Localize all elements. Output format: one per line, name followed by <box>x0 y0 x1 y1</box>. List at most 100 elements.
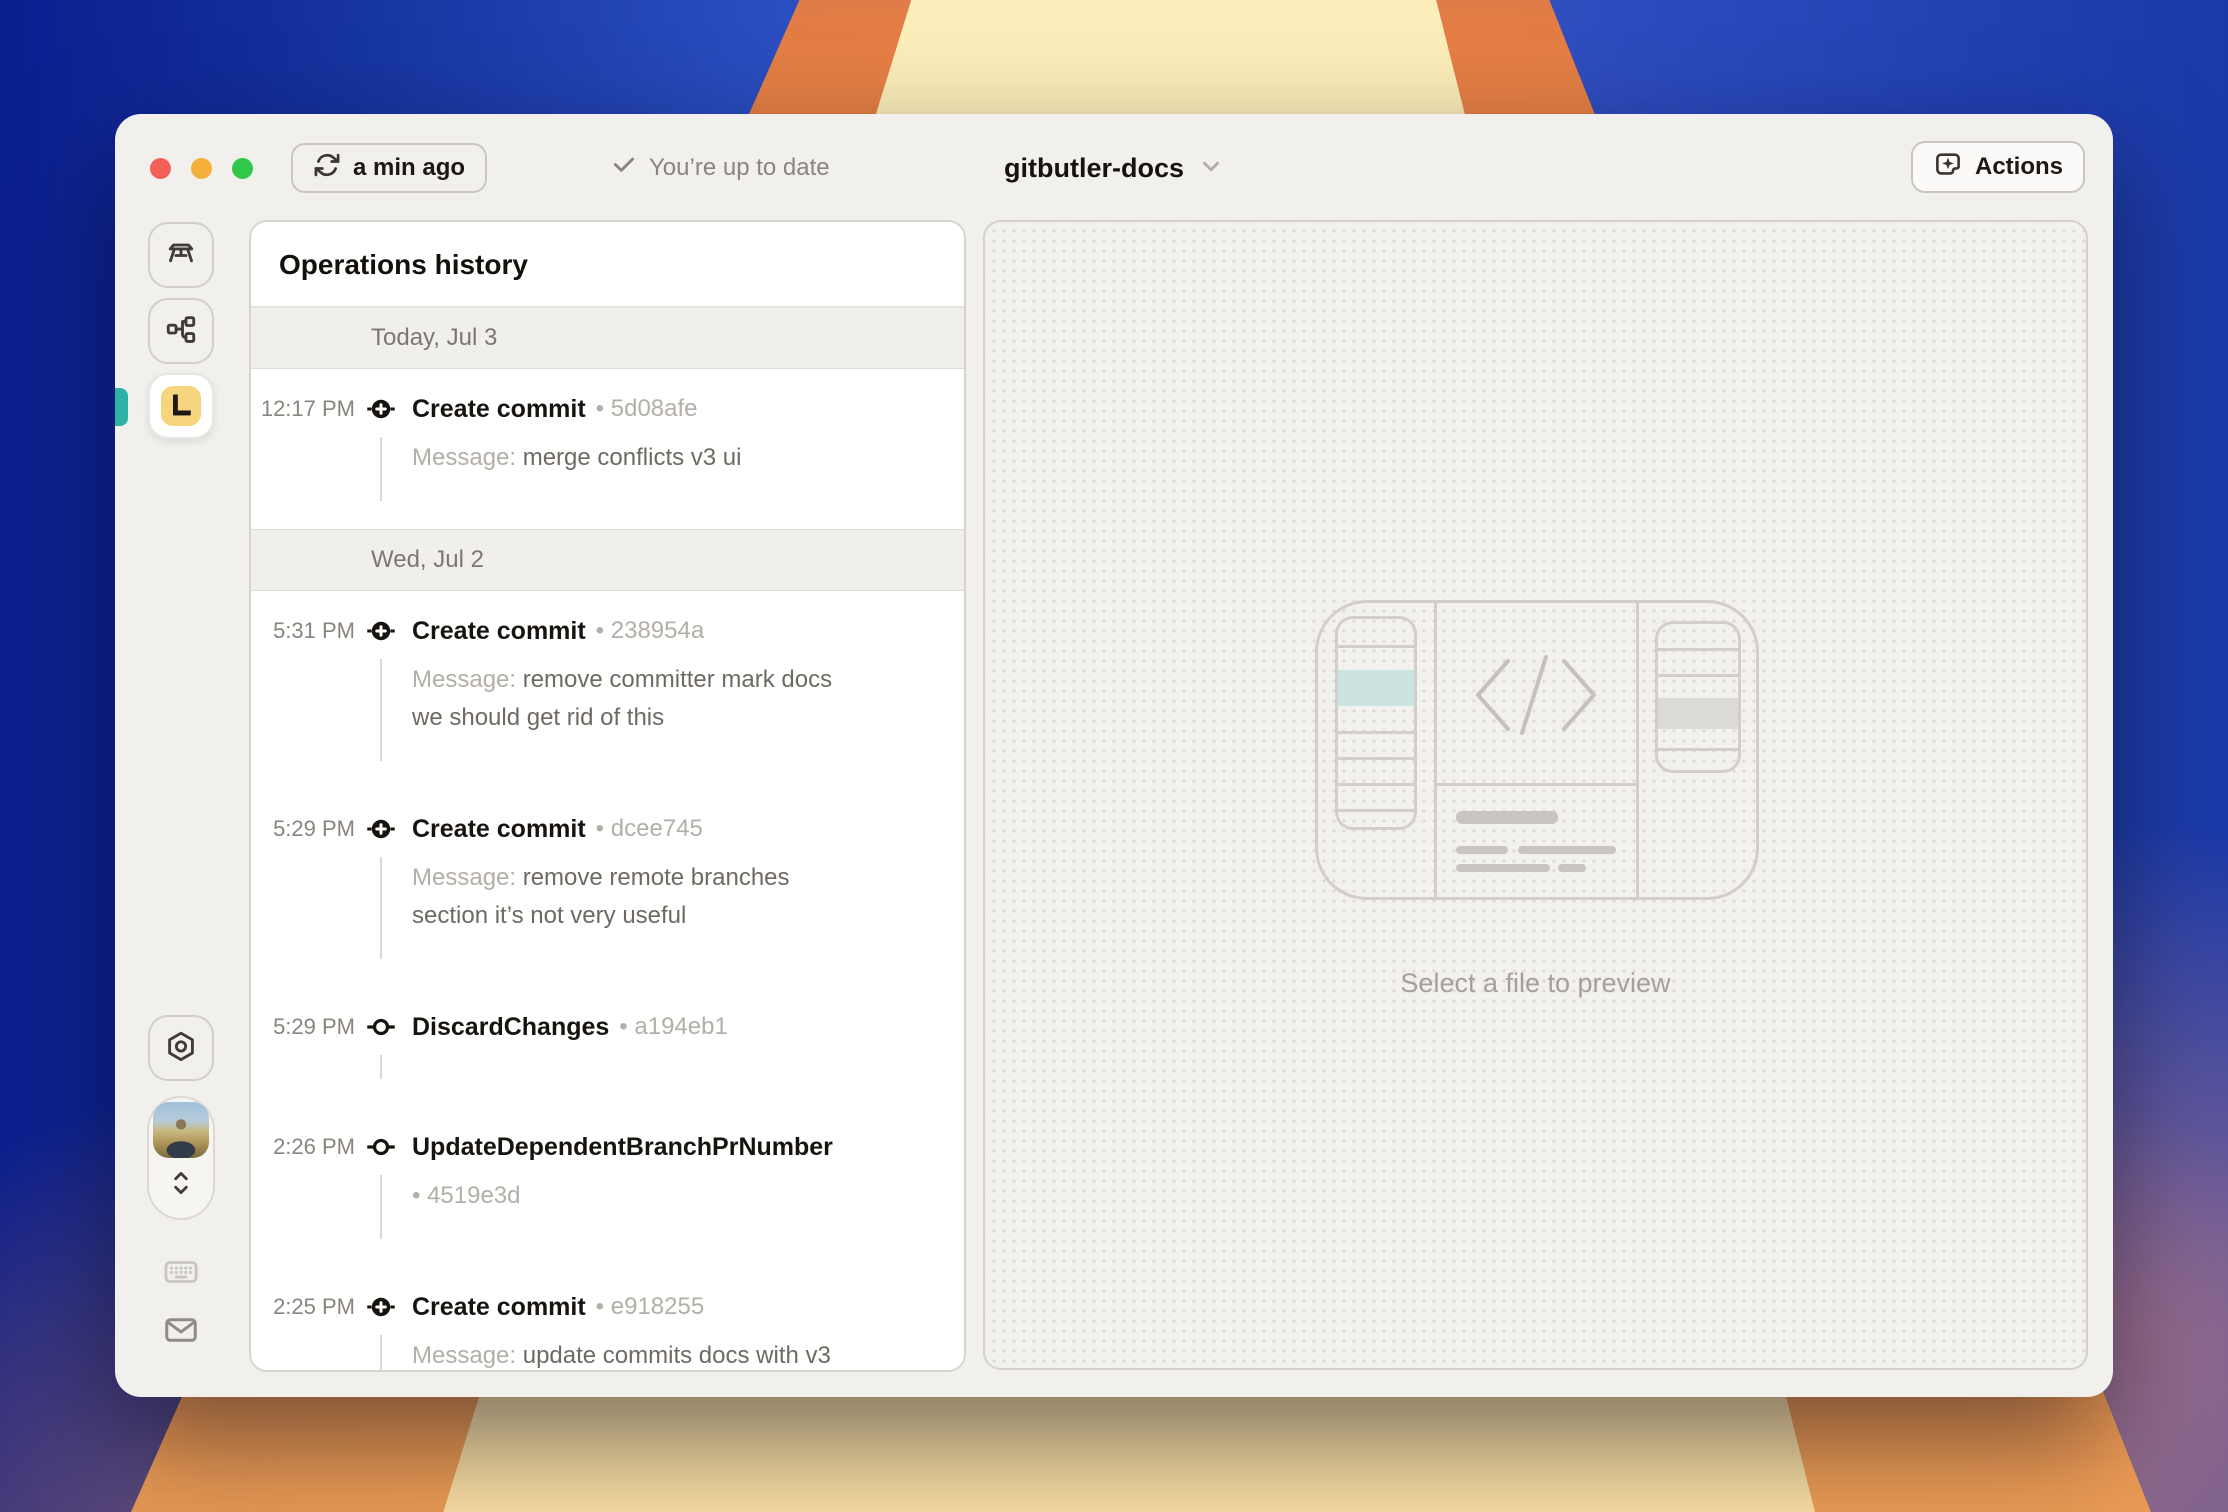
operation-time: 5:29 PM <box>273 816 355 841</box>
settings-button[interactable] <box>148 1015 214 1081</box>
profile-switcher[interactable] <box>147 1096 215 1220</box>
operation-hash: • e918255 <box>595 1293 705 1320</box>
operation-time: 2:25 PM <box>273 1294 355 1319</box>
sidebar-item-history[interactable] <box>148 373 214 439</box>
sync-button-label: a min ago <box>353 154 466 181</box>
operation-hash: • 238954a <box>595 617 705 644</box>
maximize-window-button[interactable] <box>232 158 253 179</box>
illustration-text-bar <box>1456 811 1558 824</box>
illustration-divider <box>1636 603 1639 897</box>
sidebar-item-workspace[interactable] <box>148 222 214 288</box>
illustration-selected-row-gray <box>1658 698 1738 729</box>
date-header: Today, Jul 3 <box>251 308 964 369</box>
preview-placeholder: Select a file to preview <box>1400 968 1671 998</box>
message-text: merge conflicts v3 ui <box>522 444 742 471</box>
operation-hash: • dcee745 <box>595 815 703 842</box>
close-window-button[interactable] <box>150 158 171 179</box>
feedback-button[interactable] <box>148 1306 214 1358</box>
operation-entry[interactable]: 5:31 PM Create commit • 238954a Message: re… <box>251 591 964 789</box>
empty-preview-illustration <box>1315 600 1759 900</box>
message-label: Message: <box>412 666 523 693</box>
branches-icon <box>163 312 199 351</box>
history-icon <box>161 386 201 426</box>
message-label: Message: <box>412 1342 523 1369</box>
operation-title: UpdateDependentBranchPrNumber <box>412 1133 833 1161</box>
operation-entry-head: 2:25 PM Create commit • e918255 <box>251 1289 940 1325</box>
operation-message: Message: remove remote branches section i… <box>380 857 912 959</box>
operation-entry-head: 5:29 PM Create commit • dcee745 <box>251 811 940 847</box>
date-header: Wed, Jul 2 <box>251 529 964 591</box>
check-icon <box>611 152 637 185</box>
operation-title: Create commit <box>412 617 586 645</box>
operation-connector <box>380 1055 882 1079</box>
message-text: update commits docs with v3 <box>522 1342 831 1369</box>
operation-message: Message: remove committer mark docs we sh… <box>380 659 912 761</box>
operation-entry-head: 5:31 PM Create commit • 238954a <box>251 613 940 649</box>
operation-hash: • a194eb1 <box>619 1013 728 1040</box>
operation-time: 5:29 PM <box>273 1014 355 1039</box>
sparkle-icon <box>1933 149 1963 186</box>
refresh-icon <box>313 151 341 186</box>
illustration-text-bar <box>1456 864 1550 872</box>
operation-entry-head: 12:17 PM Create commit • 5d08afe <box>251 391 940 427</box>
history-list: Today, Jul 3 12:17 PM Create commit • 5d08a… <box>251 308 964 1370</box>
sidebar-item-branches[interactable] <box>148 298 214 364</box>
actions-button-label: Actions <box>1974 153 2063 180</box>
commit-icon <box>355 1009 407 1045</box>
illustration-selected-row-teal <box>1338 670 1414 706</box>
operation-entry[interactable]: 5:29 PM DiscardChanges • a194eb1 <box>251 987 964 1107</box>
uptodate-status: You’re up to date <box>611 143 830 193</box>
uptodate-label: You’re up to date <box>649 154 830 181</box>
actions-button[interactable]: Actions <box>1910 141 2085 193</box>
gitbutler-window: a min ago You’re up to date gitbutler-do… <box>115 114 2113 1397</box>
minimize-window-button[interactable] <box>191 158 212 179</box>
operation-hash: • 4519e3d <box>380 1175 912 1239</box>
operation-entry[interactable]: 5:29 PM Create commit • dcee745 Message: re… <box>251 789 964 987</box>
commit-icon <box>355 1129 407 1165</box>
operation-time: 2:26 PM <box>273 1134 355 1159</box>
active-tab-indicator <box>115 388 128 426</box>
keyboard-icon <box>162 1253 200 1296</box>
operation-entry[interactable]: 2:25 PM Create commit • e918255 Message: up… <box>251 1267 964 1370</box>
titlebar: a min ago You’re up to date gitbutler-do… <box>115 114 2113 220</box>
chevron-up-down-icon <box>168 1167 194 1204</box>
illustration-side-list <box>1655 621 1741 773</box>
operation-entry-head: 2:26 PM UpdateDependentBranchPrNumber <box>251 1129 940 1165</box>
illustration-divider <box>1437 783 1636 786</box>
project-name: gitbutler-docs <box>1004 152 1184 183</box>
operation-title: Create commit <box>412 815 586 843</box>
operation-entry-head: 5:29 PM DiscardChanges • a194eb1 <box>251 1009 940 1045</box>
commit-plus-icon <box>355 391 407 427</box>
operation-title: Create commit <box>412 1293 586 1321</box>
panel-title: Operations history <box>251 222 964 308</box>
operation-time: 12:17 PM <box>260 396 355 421</box>
commit-plus-icon <box>355 613 407 649</box>
settings-icon <box>163 1029 199 1068</box>
workspace-icon <box>163 236 199 275</box>
avatar <box>153 1102 209 1158</box>
operation-title: Create commit <box>412 395 586 423</box>
operation-hash: • 5d08afe <box>595 395 698 422</box>
mail-icon <box>162 1311 200 1354</box>
message-label: Message: <box>412 864 523 891</box>
illustration-file-list <box>1335 616 1417 830</box>
operation-time: 5:31 PM <box>273 618 355 643</box>
window-controls <box>150 158 253 179</box>
operation-title: DiscardChanges <box>412 1013 610 1041</box>
operation-message: Message: update commits docs with v3 <box>380 1335 912 1370</box>
operations-history-panel: Operations history Today, Jul 3 12:17 PM C… <box>249 220 966 1372</box>
illustration-text-bar <box>1456 846 1508 854</box>
file-preview-panel: Select a file to preview <box>983 220 2088 1370</box>
illustration-text-bar <box>1518 846 1616 854</box>
operation-entry[interactable]: 12:17 PM Create commit • 5d08afe Message: m… <box>251 369 964 529</box>
illustration-divider <box>1434 603 1437 897</box>
message-label: Message: <box>412 444 523 471</box>
chevron-down-icon <box>1198 153 1224 184</box>
desktop: a min ago You’re up to date gitbutler-do… <box>0 0 2228 1512</box>
project-selector[interactable]: gitbutler-docs <box>1004 143 1224 193</box>
operation-entry[interactable]: 2:26 PM UpdateDependentBranchPrNumber • 45… <box>251 1107 964 1267</box>
sync-button[interactable]: a min ago <box>291 143 488 193</box>
keyboard-shortcuts-button[interactable] <box>148 1248 214 1300</box>
illustration-text-bar <box>1558 864 1586 872</box>
operation-message: Message: merge conflicts v3 ui <box>380 437 912 501</box>
